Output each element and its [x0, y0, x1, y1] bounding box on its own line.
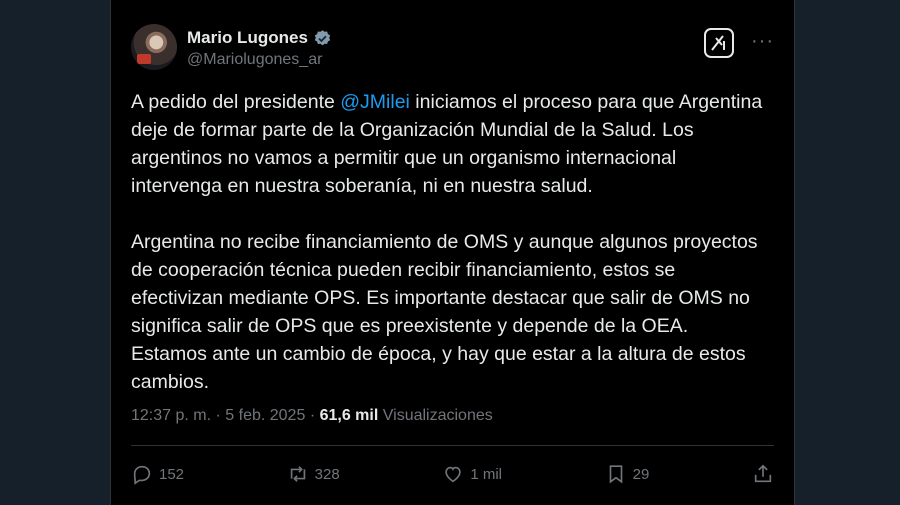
- mention-link[interactable]: @JMilei: [340, 91, 410, 113]
- tweet-time[interactable]: 12:37 p. m.: [131, 407, 211, 424]
- like-button[interactable]: 1 mil: [442, 463, 502, 485]
- avatar[interactable]: [131, 24, 177, 70]
- tweet-header: Mario Lugones @Mariolugones_ar ···: [131, 24, 774, 74]
- tweet-date[interactable]: 5 feb. 2025: [225, 407, 305, 424]
- tweet-text: A pedido del presidente @JMilei iniciamo…: [131, 88, 781, 424]
- action-bar: 152 328 1 mil 29: [131, 458, 774, 490]
- bookmark-button[interactable]: 29: [605, 463, 650, 485]
- author-handle[interactable]: @Mariolugones_ar: [187, 51, 322, 69]
- grok-button[interactable]: [704, 28, 734, 58]
- bookmark-icon: [609, 465, 622, 484]
- reply-icon: [133, 465, 151, 485]
- meta-separator: ·: [215, 407, 221, 424]
- views-count: 61,6 mil: [319, 407, 379, 424]
- reply-count: 152: [159, 465, 185, 483]
- repost-button[interactable]: 328: [287, 463, 340, 485]
- meta-separator-2: ·: [309, 407, 316, 424]
- repost-icon: [290, 466, 305, 482]
- tweet-paragraph-2: Argentina no recibe financiamiento de OM…: [131, 231, 758, 393]
- author-name[interactable]: Mario Lugones: [187, 28, 308, 48]
- verified-badge-icon: [314, 29, 331, 45]
- tweet-meta: 12:37 p. m. · 5 feb. 2025 · 61,6 mil Vis…: [131, 407, 493, 425]
- divider: [131, 445, 774, 446]
- bookmark-count: 29: [632, 465, 650, 483]
- views-label: Visualizaciones: [382, 407, 493, 424]
- tweet-card: Mario Lugones @Mariolugones_ar ··· A ped…: [110, 0, 795, 505]
- paragraph-1-prefix: A pedido del presidente: [131, 91, 341, 113]
- tweet-paragraph-1: A pedido del presidente @JMilei iniciamo…: [131, 88, 781, 200]
- like-icon: [445, 466, 462, 483]
- reply-button[interactable]: 152: [131, 463, 184, 485]
- author-name-row: Mario Lugones: [187, 28, 332, 48]
- more-icon[interactable]: ···: [751, 30, 774, 53]
- share-icon: [754, 464, 772, 483]
- grok-icon: [711, 35, 725, 51]
- like-count: 1 mil: [470, 465, 503, 483]
- share-button[interactable]: [752, 463, 774, 485]
- repost-count: 328: [314, 465, 340, 483]
